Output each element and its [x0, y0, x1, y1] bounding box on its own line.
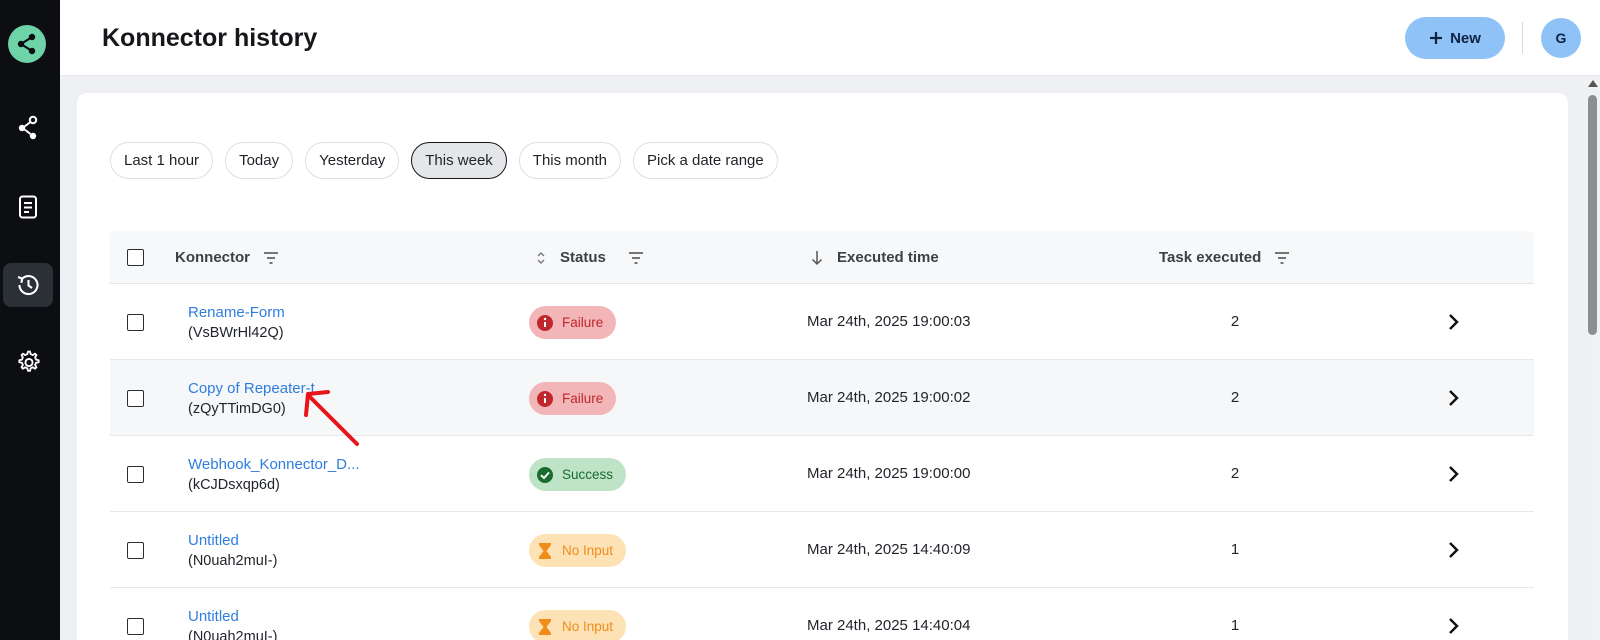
- table-row[interactable]: Copy of Repeater-t... (zQyTTimDG0) Failu…: [110, 360, 1534, 436]
- konnector-id: (kCJDsxqp6d): [188, 477, 280, 493]
- table-row[interactable]: Untitled (N0uah2muI-) No Input Mar 24th,…: [110, 588, 1534, 640]
- plus-icon: [1430, 32, 1443, 44]
- history-table: Konnector Status Executed time Task exec…: [110, 231, 1534, 640]
- new-button-label: New: [1450, 29, 1481, 47]
- scroll-up-arrow-icon[interactable]: [1588, 80, 1598, 87]
- chip-this-month[interactable]: This month: [518, 142, 621, 179]
- filter-icon[interactable]: [263, 251, 279, 265]
- konnector-id: (N0uah2muI-): [188, 553, 278, 569]
- konnector-id: (zQyTTimDG0): [188, 401, 286, 417]
- chevron-right-icon[interactable]: [1441, 614, 1465, 638]
- status-badge: Success: [529, 458, 627, 491]
- status-badge: Failure: [529, 306, 617, 339]
- konnector-name-link[interactable]: Webhook_Konnector_D...: [188, 456, 360, 473]
- chip-this-week[interactable]: This week: [411, 142, 507, 179]
- column-executed-time[interactable]: Executed time: [811, 231, 939, 284]
- sidebar-item-settings[interactable]: [3, 340, 53, 384]
- top-header: Konnector history New G: [60, 0, 1600, 76]
- error-icon: [536, 314, 554, 332]
- chip-yesterday[interactable]: Yesterday: [305, 142, 400, 179]
- sort-descending-icon[interactable]: [811, 250, 823, 266]
- page-scrollbar[interactable]: [1585, 78, 1600, 640]
- page-title: Konnector history: [102, 24, 318, 52]
- status-label: Failure: [562, 315, 604, 330]
- chevron-right-icon[interactable]: [1441, 310, 1465, 334]
- scroll-thumb[interactable]: [1588, 95, 1597, 335]
- share-nodes-icon: [18, 115, 38, 140]
- sidebar: [0, 0, 60, 640]
- konnector-name-link[interactable]: Untitled: [188, 608, 239, 625]
- executed-time: Mar 24th, 2025 19:00:02: [807, 389, 971, 406]
- chevron-right-icon[interactable]: [1441, 538, 1465, 562]
- date-filter-chips: Last 1 hour Today Yesterday This week Th…: [110, 142, 778, 179]
- gear-icon: [18, 350, 40, 372]
- column-konnector: Konnector: [175, 231, 279, 284]
- status-label: Failure: [562, 391, 604, 406]
- row-checkbox[interactable]: [127, 390, 144, 407]
- konnector-name-link[interactable]: Untitled: [188, 532, 239, 549]
- table-row[interactable]: Rename-Form (VsBWrHl42Q) Failure Mar 24t…: [110, 284, 1534, 360]
- status-label: No Input: [562, 619, 614, 634]
- status-badge: No Input: [529, 610, 627, 640]
- history-icon: [17, 274, 39, 296]
- share-nodes-icon: [17, 33, 36, 55]
- executed-time: Mar 24th, 2025 19:00:03: [807, 313, 971, 330]
- executed-time: Mar 24th, 2025 14:40:09: [807, 541, 971, 558]
- table-header: Konnector Status Executed time Task exec…: [110, 231, 1534, 284]
- error-icon: [536, 390, 554, 408]
- column-task-executed: Task executed: [1159, 231, 1290, 284]
- sidebar-item-documents[interactable]: [3, 185, 53, 229]
- filter-icon[interactable]: [628, 251, 644, 265]
- status-label: No Input: [562, 543, 614, 558]
- sort-icon[interactable]: [536, 251, 546, 265]
- task-count: 1: [1230, 617, 1240, 634]
- table-row[interactable]: Webhook_Konnector_D... (kCJDsxqp6d) Succ…: [110, 436, 1534, 512]
- chip-today[interactable]: Today: [225, 142, 294, 179]
- task-count: 2: [1230, 465, 1240, 482]
- konnector-name-link[interactable]: Copy of Repeater-t...: [188, 380, 327, 397]
- check-circle-icon: [536, 466, 554, 484]
- table-row[interactable]: Untitled (N0uah2muI-) No Input Mar 24th,…: [110, 512, 1534, 588]
- column-status: Status: [536, 231, 644, 284]
- document-icon: [19, 195, 37, 219]
- row-checkbox[interactable]: [127, 542, 144, 559]
- hourglass-icon: [536, 542, 554, 560]
- row-checkbox[interactable]: [127, 466, 144, 483]
- status-label: Success: [562, 467, 614, 482]
- column-status-label: Status: [560, 249, 606, 266]
- executed-time: Mar 24th, 2025 14:40:04: [807, 617, 971, 634]
- konnector-id: (VsBWrHl42Q): [188, 325, 284, 341]
- chip-last-1-hour[interactable]: Last 1 hour: [110, 142, 214, 179]
- column-task-executed-label: Task executed: [1159, 249, 1262, 266]
- status-badge: No Input: [529, 534, 627, 567]
- history-card: Last 1 hour Today Yesterday This week Th…: [77, 93, 1568, 640]
- user-avatar[interactable]: G: [1541, 18, 1581, 58]
- task-count: 2: [1230, 313, 1240, 330]
- new-button[interactable]: New: [1405, 17, 1505, 59]
- executed-time: Mar 24th, 2025 19:00:00: [807, 465, 971, 482]
- app-logo[interactable]: [8, 25, 46, 63]
- header-divider: [1522, 22, 1523, 54]
- konnector-id: (N0uah2muI-): [188, 629, 278, 640]
- task-count: 2: [1230, 389, 1240, 406]
- column-konnector-label: Konnector: [175, 249, 250, 266]
- row-checkbox[interactable]: [127, 314, 144, 331]
- select-all-checkbox[interactable]: [127, 249, 144, 266]
- row-checkbox[interactable]: [127, 618, 144, 635]
- filter-icon[interactable]: [1274, 251, 1290, 265]
- column-executed-time-label: Executed time: [837, 249, 939, 266]
- sidebar-item-history[interactable]: [3, 263, 53, 307]
- chevron-right-icon[interactable]: [1441, 386, 1465, 410]
- sidebar-item-konnectors[interactable]: [3, 106, 53, 150]
- konnector-name-link[interactable]: Rename-Form: [188, 304, 285, 321]
- status-badge: Failure: [529, 382, 617, 415]
- task-count: 1: [1230, 541, 1240, 558]
- hourglass-icon: [536, 618, 554, 636]
- chevron-right-icon[interactable]: [1441, 462, 1465, 486]
- chip-pick-date-range[interactable]: Pick a date range: [633, 142, 778, 179]
